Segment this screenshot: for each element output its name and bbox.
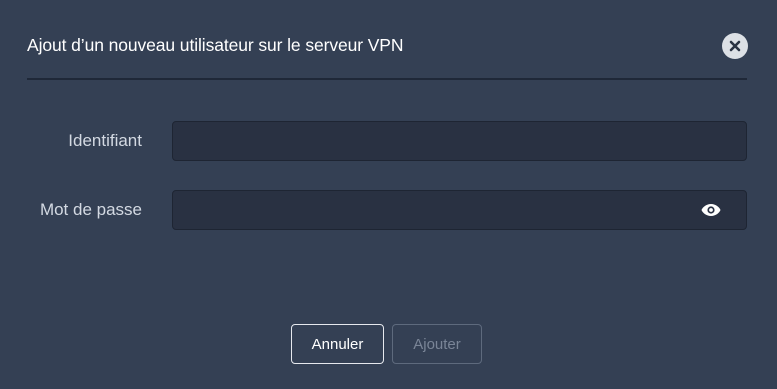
cancel-button[interactable]: Annuler bbox=[291, 324, 384, 364]
username-row: Identifiant bbox=[0, 121, 777, 161]
username-input[interactable] bbox=[172, 121, 747, 161]
show-password-toggle[interactable] bbox=[700, 201, 722, 219]
username-label: Identifiant bbox=[68, 131, 142, 150]
close-icon bbox=[729, 40, 741, 52]
password-label: Mot de passe bbox=[39, 200, 142, 219]
add-button[interactable]: Ajouter bbox=[392, 324, 482, 364]
close-button[interactable] bbox=[722, 33, 748, 59]
dialog-title: Ajout d’un nouveau utilisateur sur le se… bbox=[27, 35, 404, 55]
add-vpn-user-dialog: Ajout d’un nouveau utilisateur sur le se… bbox=[0, 0, 777, 389]
eye-icon bbox=[701, 204, 721, 216]
password-input[interactable] bbox=[172, 190, 747, 230]
dialog-header: Ajout d’un nouveau utilisateur sur le se… bbox=[27, 0, 748, 80]
password-row: Mot de passe bbox=[0, 190, 777, 230]
